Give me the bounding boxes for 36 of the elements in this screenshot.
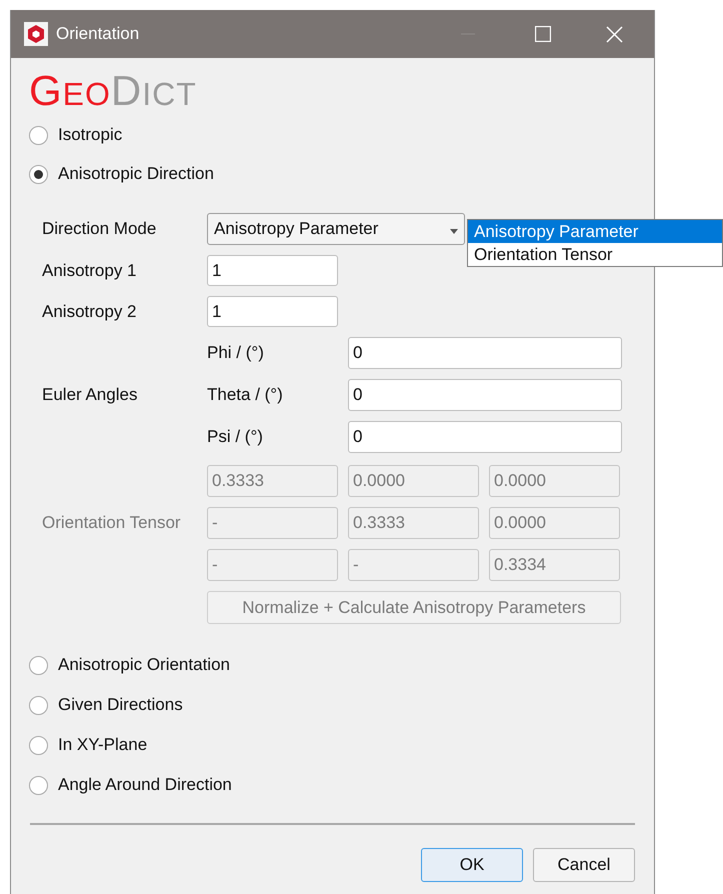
input-field[interactable]: 1 [207, 296, 338, 327]
window-title: Orientation [56, 23, 140, 46]
radio-button[interactable] [29, 126, 48, 144]
radio-label: Given Directions [58, 694, 183, 716]
maximize-icon[interactable] [535, 26, 551, 42]
dropdown-option[interactable]: Orientation Tensor [468, 243, 722, 266]
dialog-button[interactable]: OK [421, 848, 523, 882]
angle-label: Theta / (°) [207, 384, 284, 406]
radio-button[interactable] [29, 164, 48, 184]
angle-label: Psi / (°) [207, 426, 264, 448]
field-label: Euler Angles [42, 384, 138, 406]
dropdown-option[interactable]: Anisotropy Parameter [468, 220, 722, 243]
dialog-button[interactable]: Cancel [533, 848, 635, 882]
input-field[interactable]: 0 [348, 421, 622, 453]
close-icon[interactable] [606, 26, 623, 42]
radio-label: In XY-Plane [58, 734, 148, 756]
direction-mode-dropdown[interactable]: Anisotropy Parameter [207, 213, 465, 245]
angle-label: Phi / (°) [207, 342, 265, 364]
input-field[interactable]: 0 [348, 337, 622, 369]
radio-label: Angle Around Direction [58, 774, 232, 796]
radio-label: Anisotropic Orientation [58, 654, 230, 676]
field-label: Direction Mode [42, 218, 158, 240]
field-label: Anisotropy 1 [42, 260, 138, 282]
field-label: Orientation Tensor [42, 512, 182, 534]
input-field[interactable]: 1 [207, 255, 338, 286]
radio-button[interactable] [29, 656, 48, 674]
radio-label: Anisotropic Direction [58, 163, 214, 186]
dropdown-caret-icon [450, 228, 458, 234]
radio-label: Isotropic [58, 124, 122, 146]
input-field[interactable]: 0 [348, 379, 622, 411]
radio-button[interactable] [29, 696, 48, 714]
radio-button[interactable] [29, 736, 48, 754]
field-label: Anisotropy 2 [42, 300, 138, 323]
app-icon [24, 22, 48, 46]
logo: GEODICT [29, 68, 198, 112]
radio-button[interactable] [29, 776, 48, 794]
